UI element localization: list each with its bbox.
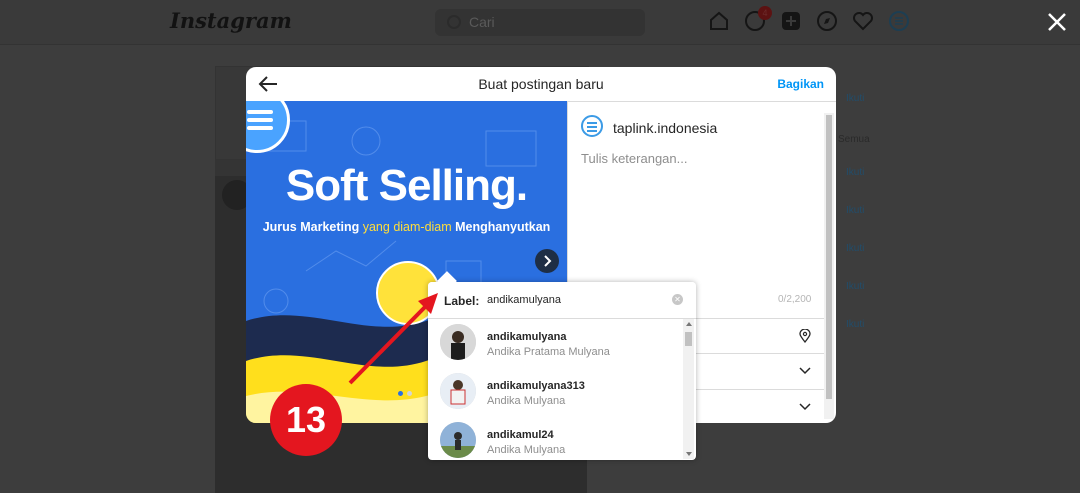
home-icon[interactable] — [708, 10, 730, 32]
caption-char-counter: 0/2,200 — [778, 294, 812, 305]
modal-title: Buat postingan baru — [478, 76, 604, 92]
tag-result-item[interactable]: andikamul24 Andika Mulyana — [428, 417, 683, 460]
new-post-icon[interactable] — [780, 10, 802, 32]
explore-icon[interactable] — [816, 10, 838, 32]
result-username: andikamulyana — [487, 331, 567, 343]
tag-result-item[interactable]: andikamulyana Andika Pratama Mulyana — [428, 319, 683, 368]
tag-search-header: Label: ✕ — [428, 282, 696, 319]
result-fullname: Andika Pratama Mulyana — [487, 346, 610, 358]
suggestion-follow-link[interactable]: Ikuti — [846, 205, 864, 216]
tag-result-item[interactable]: andikamulyana313 Andika Mulyana — [428, 368, 683, 417]
suggestion-follow-link[interactable]: Ikuti — [846, 281, 864, 292]
notification-badge: 4 — [758, 6, 772, 20]
result-avatar — [440, 422, 476, 458]
top-navigation-bar: Instagram Cari 4 — [0, 0, 1080, 45]
tag-people-popup: Label: ✕ andikamulyana Andika Pratama Mu… — [428, 282, 696, 460]
result-avatar — [440, 324, 476, 360]
scroll-down-arrow-icon[interactable] — [686, 452, 692, 456]
search-placeholder: Cari — [469, 14, 495, 30]
account-username: taplink.indonesia — [613, 120, 718, 136]
location-pin-icon — [799, 329, 811, 343]
scroll-up-arrow-icon[interactable] — [686, 322, 692, 326]
image-subheadline: Jurus Marketing yang diam-diam Menghanyu… — [262, 220, 551, 234]
step-number-badge: 13 — [270, 384, 342, 456]
tag-search-input[interactable] — [487, 291, 657, 309]
see-all-link[interactable]: Semua — [838, 134, 870, 145]
heart-icon[interactable] — [852, 10, 874, 32]
results-scrollbar[interactable] — [683, 319, 694, 459]
search-box[interactable]: Cari — [435, 9, 645, 36]
result-avatar — [440, 373, 476, 409]
search-icon — [447, 15, 461, 29]
share-button[interactable]: Bagikan — [777, 77, 824, 91]
suggestion-follow-link[interactable]: Ikuti — [846, 167, 864, 178]
result-username: andikamulyana313 — [487, 380, 585, 392]
chevron-down-icon — [799, 367, 811, 375]
panel-scrollbar[interactable] — [824, 113, 834, 419]
next-image-button[interactable] — [535, 249, 559, 273]
image-headline: Soft Selling. — [285, 161, 528, 210]
clear-search-icon[interactable]: ✕ — [672, 294, 683, 305]
suggestion-follow-link[interactable]: Ikuti — [846, 93, 864, 104]
caption-field[interactable] — [581, 151, 811, 291]
suggestion-follow-link[interactable]: Ikuti — [846, 319, 864, 330]
modal-header: Buat postingan baru Bagikan — [246, 67, 836, 102]
tag-label: Label: — [444, 294, 480, 308]
messenger-icon[interactable]: 4 — [744, 6, 772, 32]
account-avatar — [581, 115, 603, 137]
tag-results-list: andikamulyana Andika Pratama Mulyana and… — [428, 319, 683, 460]
nav-icons: 4 — [708, 6, 910, 34]
suggestion-follow-link[interactable]: Ikuti — [846, 243, 864, 254]
close-icon[interactable] — [1045, 10, 1069, 34]
carousel-dots — [398, 391, 412, 396]
instagram-logo[interactable]: Instagram — [170, 8, 292, 33]
chevron-down-icon — [799, 403, 811, 411]
result-username: andikamul24 — [487, 429, 554, 441]
scroll-thumb[interactable] — [685, 332, 692, 346]
profile-avatar-icon[interactable] — [888, 10, 910, 32]
result-fullname: Andika Mulyana — [487, 444, 566, 456]
result-fullname: Andika Mulyana — [487, 395, 566, 407]
